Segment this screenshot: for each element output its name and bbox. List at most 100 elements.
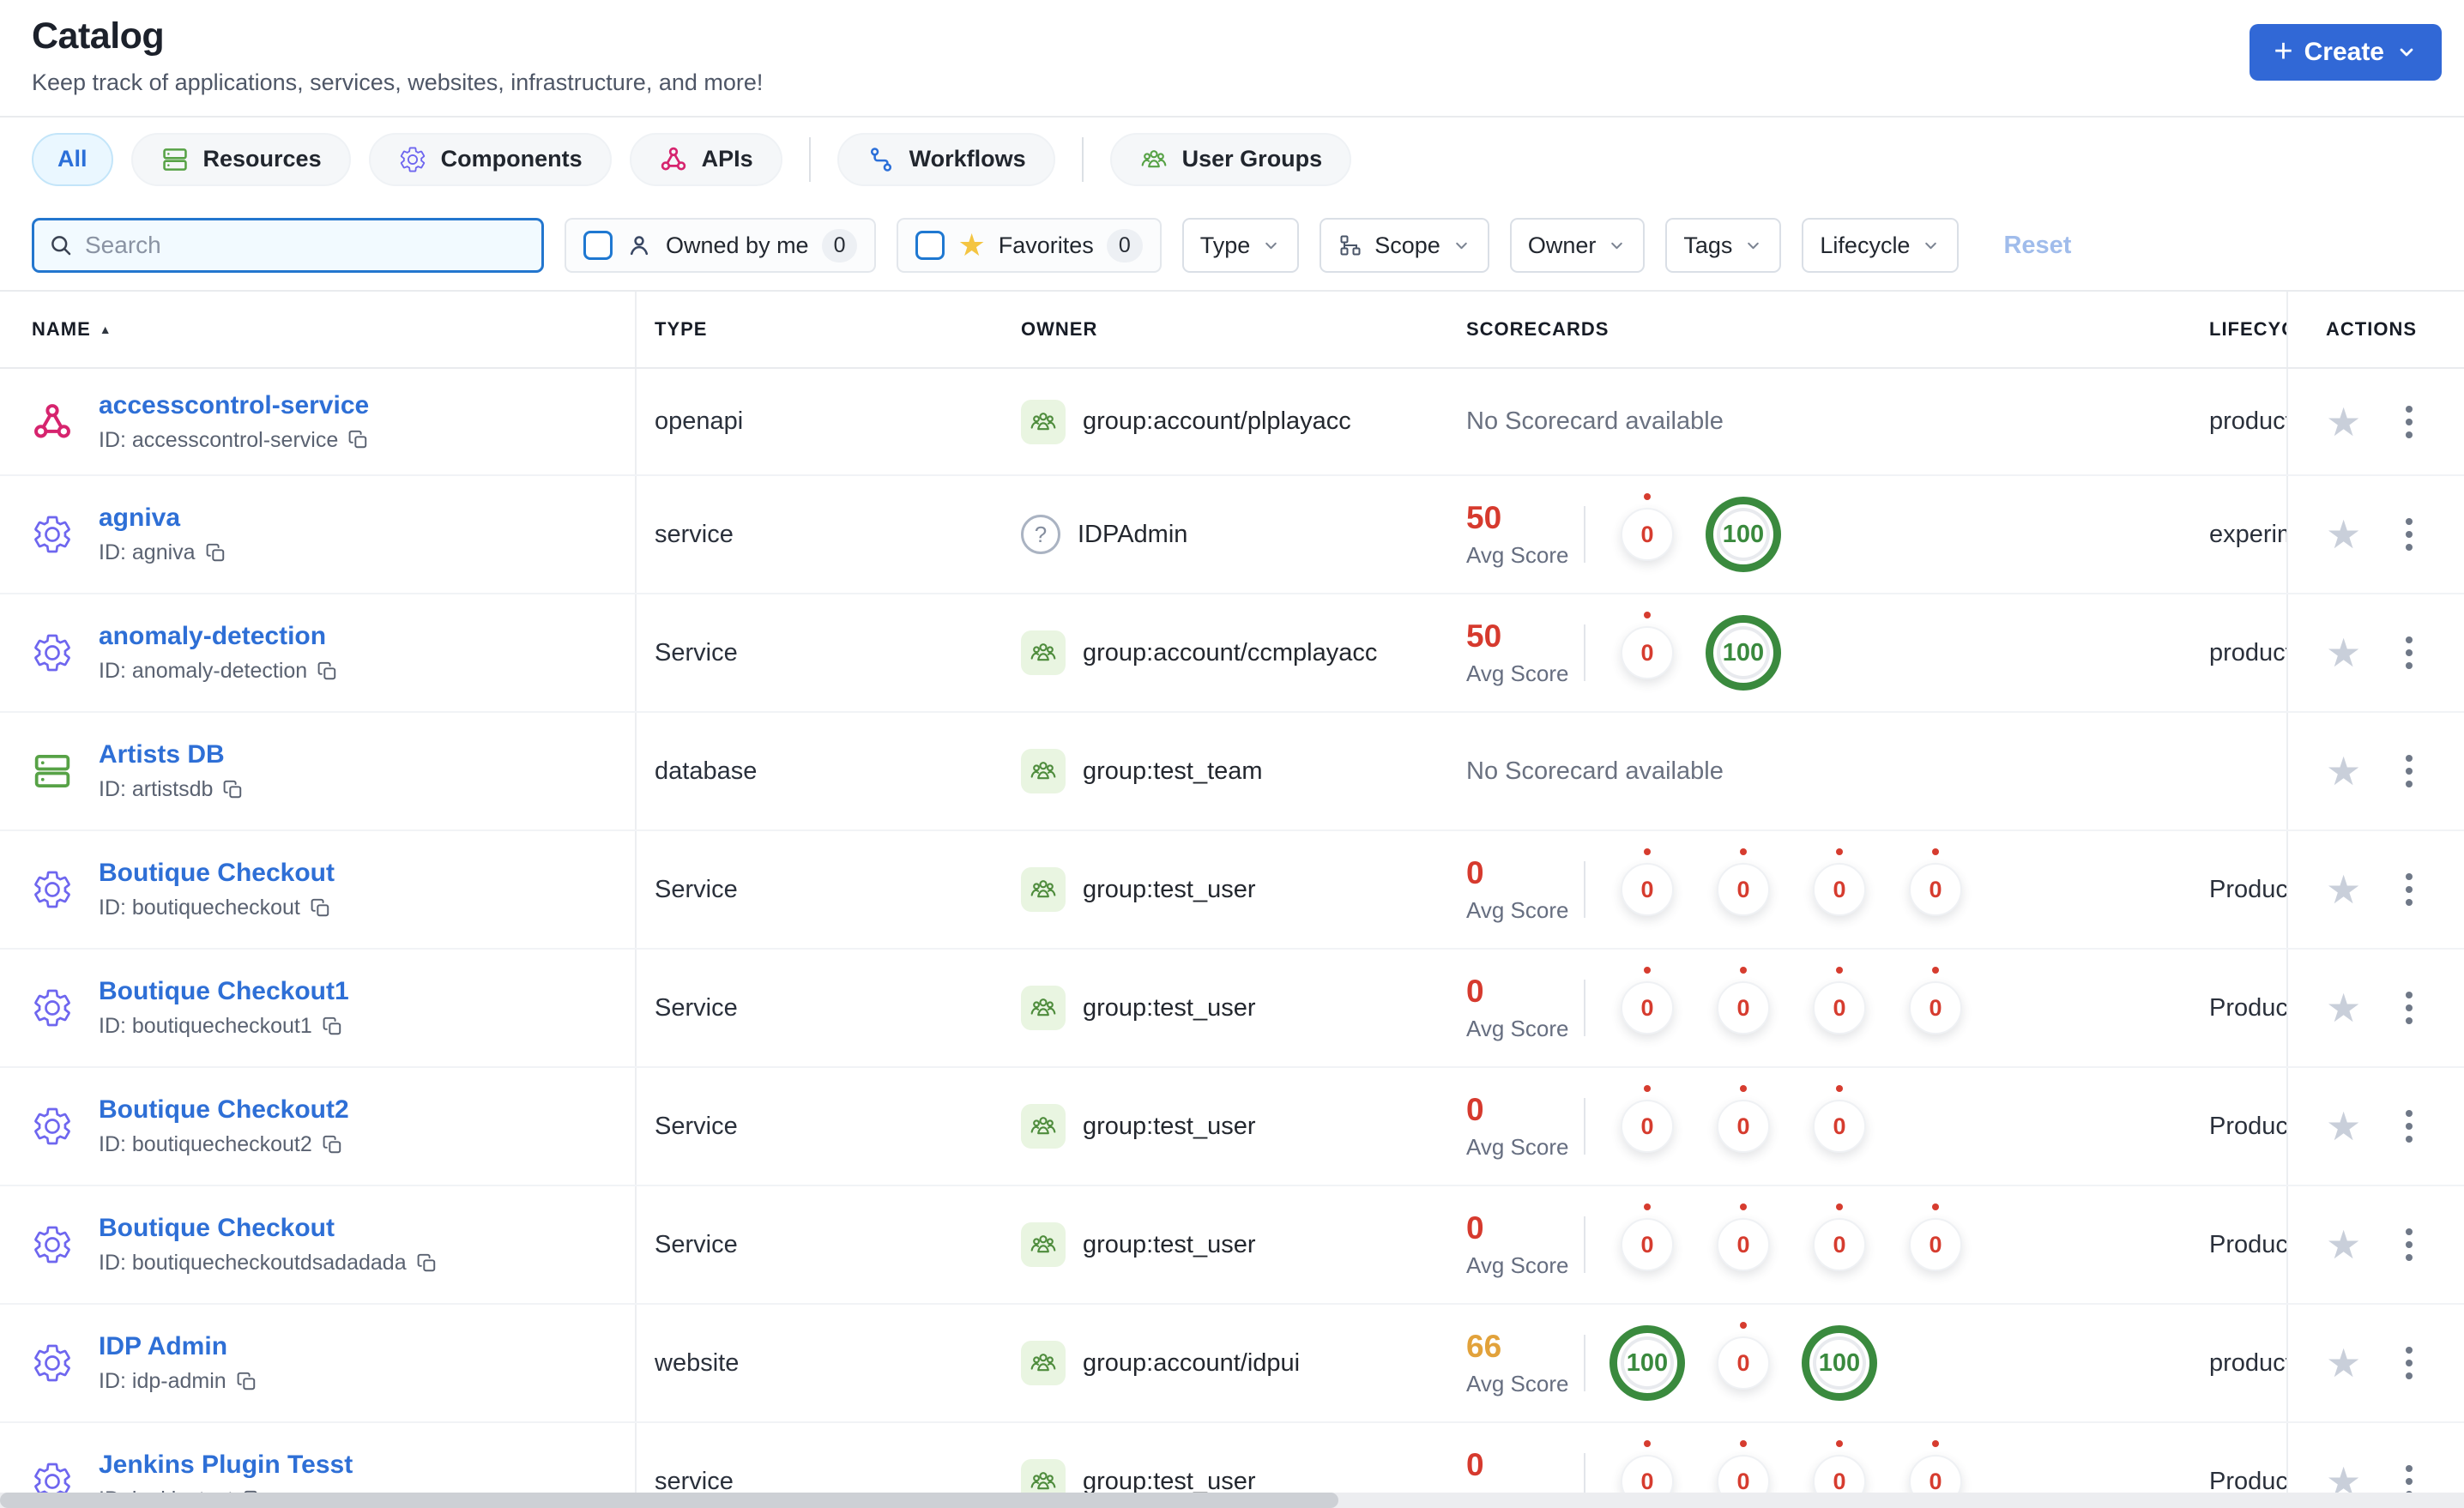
table-row[interactable]: anomaly-detection ID: anomaly-detection Se…: [0, 594, 2464, 713]
favorite-star-button[interactable]: ★: [2326, 988, 2361, 1028]
tab-all[interactable]: All: [32, 132, 113, 186]
entity-name-link[interactable]: Boutique Checkout: [99, 859, 335, 888]
actions-cell: ★: [2286, 476, 2464, 593]
scorecard-score-circle[interactable]: 100: [1609, 1325, 1685, 1401]
scorecard-score-circle[interactable]: 0: [1717, 1100, 1770, 1153]
entity-name-link[interactable]: Boutique Checkout2: [99, 1095, 349, 1125]
entity-name-link[interactable]: accesscontrol-service: [99, 391, 370, 420]
tab-all-label: All: [57, 146, 88, 172]
row-menu-button[interactable]: [2401, 1223, 2418, 1266]
tab-workflows[interactable]: Workflows: [836, 132, 1055, 186]
tab-apis[interactable]: APIs: [629, 132, 782, 186]
favorite-star-button[interactable]: ★: [2326, 1225, 2361, 1264]
table-row[interactable]: accesscontrol-service ID: accesscontrol-s…: [0, 369, 2464, 476]
favorite-star-button[interactable]: ★: [2326, 633, 2361, 673]
row-menu-button[interactable]: [2401, 986, 2418, 1029]
scorecard-score-circle[interactable]: 0: [1717, 1218, 1770, 1271]
owned-by-me-filter[interactable]: Owned by me 0: [565, 218, 877, 273]
favorites-filter[interactable]: ★ Favorites 0: [897, 218, 1162, 273]
scope-dropdown[interactable]: Scope: [1320, 218, 1489, 273]
scorecard-score-circle[interactable]: 0: [1717, 1336, 1770, 1390]
table-row[interactable]: Artists DB ID: artistsdb database group:tes…: [0, 713, 2464, 831]
table-row[interactable]: Boutique Checkout1 ID: boutiquecheckout1 S…: [0, 950, 2464, 1068]
page-subtitle: Keep track of applications, services, we…: [32, 69, 764, 95]
table-row[interactable]: IDP Admin ID: idp-admin website group:accou…: [0, 1305, 2464, 1423]
type-header-label: TYPE: [655, 318, 708, 340]
tab-resources[interactable]: Resources: [130, 132, 351, 186]
favorite-star-button[interactable]: ★: [2326, 870, 2361, 909]
kebab-dot: [2406, 405, 2413, 413]
copy-icon[interactable]: [416, 1252, 438, 1275]
service-gear-icon: [31, 868, 74, 911]
scorecard-score-circle[interactable]: 0: [1813, 981, 1866, 1034]
scorecard-score-circle[interactable]: 0: [1621, 1100, 1674, 1153]
row-menu-button[interactable]: [2401, 513, 2418, 556]
table-row[interactable]: Boutique Checkout ID: boutiquecheckoutdsa…: [0, 1186, 2464, 1305]
entity-name-link[interactable]: Artists DB: [99, 740, 245, 769]
scorecard-score-circle[interactable]: 0: [1621, 1218, 1674, 1271]
create-button[interactable]: + Create: [2250, 24, 2442, 81]
row-menu-button[interactable]: [2401, 1105, 2418, 1148]
scorecard-score-circle[interactable]: 0: [1909, 981, 1962, 1034]
search-input[interactable]: [85, 232, 528, 259]
type-cell: Service: [637, 1068, 1003, 1185]
favorite-star-button[interactable]: ★: [2326, 1343, 2361, 1383]
copy-icon[interactable]: [317, 661, 339, 683]
row-menu-button[interactable]: [2401, 750, 2418, 793]
row-menu-button[interactable]: [2401, 1342, 2418, 1384]
row-menu-button[interactable]: [2401, 868, 2418, 911]
horizontal-scrollbar-thumb[interactable]: [0, 1493, 1338, 1508]
lifecycle-dropdown[interactable]: Lifecycle: [1802, 218, 1960, 273]
tab-resources-label: Resources: [202, 146, 322, 172]
entity-name-link[interactable]: Boutique Checkout: [99, 1214, 438, 1243]
tab-user-groups[interactable]: User Groups: [1109, 132, 1352, 186]
copy-icon[interactable]: [222, 779, 245, 801]
copy-icon[interactable]: [205, 542, 227, 564]
tab-components[interactable]: Components: [368, 132, 612, 186]
row-menu-button[interactable]: [2401, 401, 2418, 443]
favorite-star-button[interactable]: ★: [2326, 1107, 2361, 1146]
copy-icon[interactable]: [310, 897, 332, 920]
service-gear-icon: [31, 1223, 74, 1266]
table-row[interactable]: Boutique Checkout2 ID: boutiquecheckout2 S…: [0, 1068, 2464, 1186]
scorecard-score-circle[interactable]: 0: [1621, 981, 1674, 1034]
column-header-name[interactable]: NAME ▲: [0, 292, 637, 367]
row-menu-button[interactable]: [2401, 631, 2418, 674]
copy-icon[interactable]: [322, 1016, 344, 1038]
copy-icon[interactable]: [236, 1371, 258, 1393]
scorecard-score-circle[interactable]: 0: [1621, 626, 1674, 679]
scorecard-score-circle[interactable]: 100: [1706, 615, 1781, 691]
owner-dropdown[interactable]: Owner: [1509, 218, 1646, 273]
copy-icon[interactable]: [322, 1134, 344, 1156]
scorecard-score-circle[interactable]: 0: [1813, 1100, 1866, 1153]
copy-icon[interactable]: [347, 429, 370, 451]
scorecard-score-circle[interactable]: 100: [1802, 1325, 1877, 1401]
scorecard-score-circle[interactable]: 0: [1909, 863, 1962, 916]
horizontal-scrollbar-track[interactable]: [0, 1493, 2464, 1508]
favorites-checkbox[interactable]: [915, 231, 945, 260]
type-dropdown[interactable]: Type: [1181, 218, 1300, 273]
entity-name-link[interactable]: IDP Admin: [99, 1332, 258, 1361]
favorite-star-button[interactable]: ★: [2326, 402, 2361, 442]
scorecard-score-circle[interactable]: 0: [1813, 863, 1866, 916]
scorecard-score-circle[interactable]: 0: [1621, 508, 1674, 561]
tags-dropdown[interactable]: Tags: [1665, 218, 1782, 273]
entity-name-link[interactable]: Jenkins Plugin Tesst: [99, 1451, 353, 1480]
table-row[interactable]: Boutique Checkout ID: boutiquecheckout Ser…: [0, 831, 2464, 950]
scorecard-score-circle[interactable]: 0: [1717, 863, 1770, 916]
table-row[interactable]: agniva ID: agniva service? IDPAdmin 50 Avg Sc…: [0, 476, 2464, 594]
scorecard-score-circle[interactable]: 0: [1813, 1218, 1866, 1271]
favorite-star-button[interactable]: ★: [2326, 515, 2361, 554]
favorite-star-button[interactable]: ★: [2326, 751, 2361, 791]
scorecard-score-circle[interactable]: 0: [1909, 1218, 1962, 1271]
entity-name-link[interactable]: Boutique Checkout1: [99, 977, 349, 1006]
scorecard-score-circle[interactable]: 100: [1706, 497, 1781, 572]
column-header-actions: ACTIONS: [2286, 292, 2464, 367]
entity-name-link[interactable]: anomaly-detection: [99, 622, 339, 651]
scorecard-score-circle[interactable]: 0: [1717, 981, 1770, 1034]
owned-by-me-checkbox[interactable]: [583, 231, 613, 260]
entity-name-link[interactable]: agniva: [99, 504, 227, 533]
scorecard-score-circle[interactable]: 0: [1621, 863, 1674, 916]
reset-filters-link[interactable]: Reset: [2003, 232, 2071, 260]
tab-divider: [808, 136, 811, 182]
